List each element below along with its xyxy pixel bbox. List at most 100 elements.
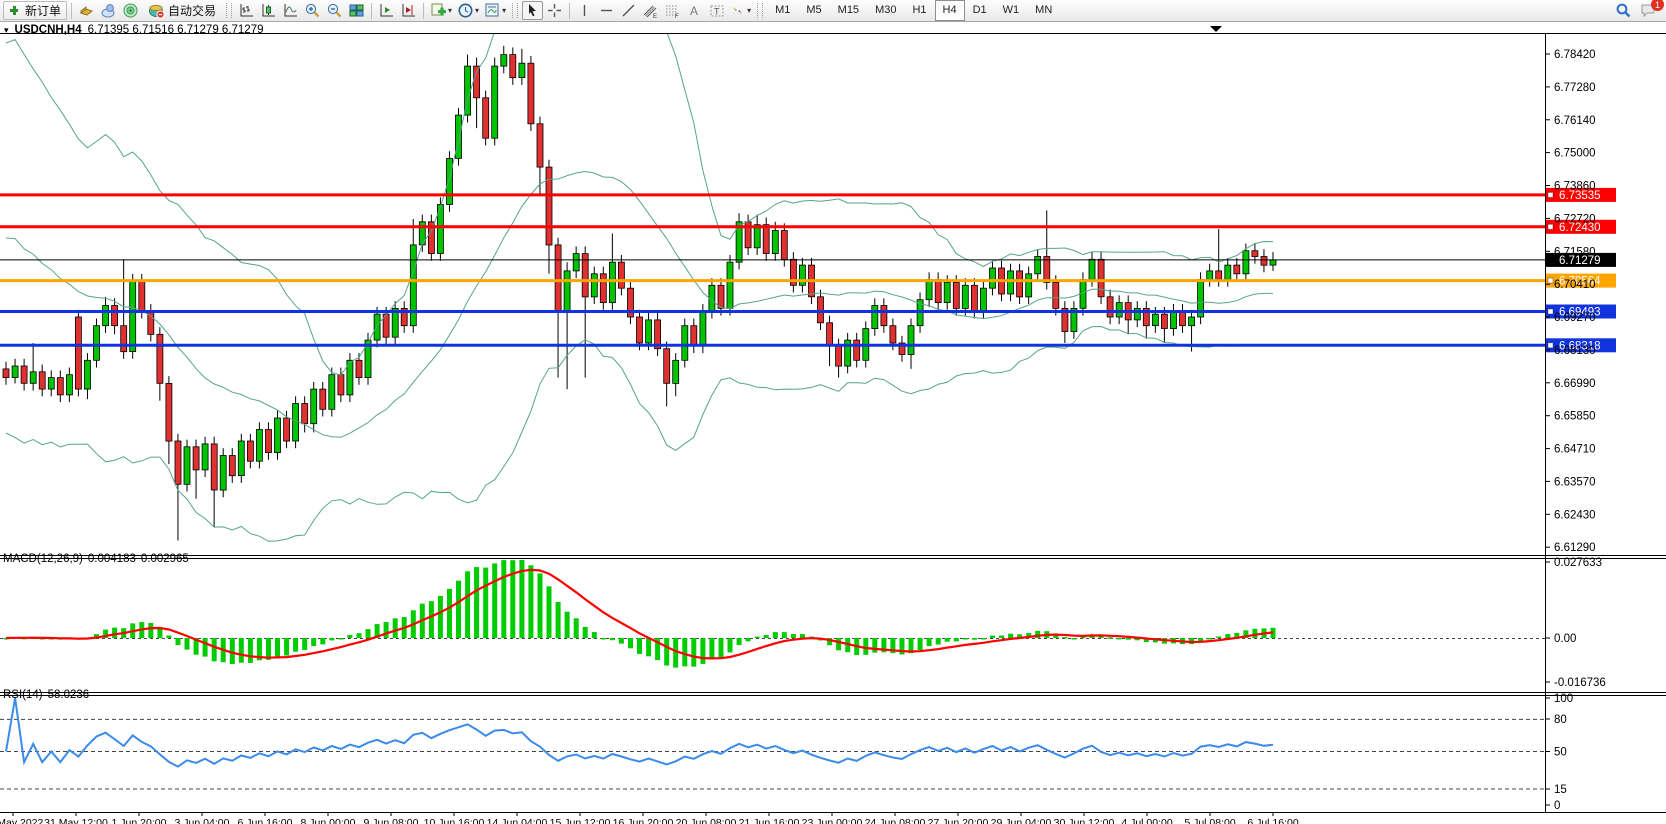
timeframe-m5[interactable]: M5 [798,0,829,21]
chart-shift-icon [400,2,417,19]
candle-bear [763,225,769,254]
time-label: 6 Jul 16:00 [1247,817,1299,824]
candle-bull [202,444,208,470]
macd-histogram-bar [764,635,769,638]
macd-histogram-bar [492,563,497,638]
timeframe-h1[interactable]: H1 [904,0,934,21]
macd-histogram-bar [999,636,1004,639]
candle-bull [311,389,317,424]
autotrade-button[interactable]: 自动交易 [142,1,222,20]
vertical-line-tool[interactable] [574,1,595,20]
macd-histogram-bar [1252,629,1257,638]
macd-histogram-bar [565,612,570,638]
signals-button[interactable] [120,1,141,20]
add-indicator-icon [430,2,447,19]
macd-histogram-bar [872,638,877,653]
price-tag-marker [1548,224,1553,229]
candle-bear [3,369,9,378]
macd-histogram-bar [1216,637,1221,639]
arrows-icon [730,3,746,18]
macd-histogram-bar [347,635,352,638]
chart-title: ▾ USDCNH,H4 6.71395 6.71516 6.71279 6.71… [4,24,264,36]
tile-windows-button[interactable] [346,1,367,20]
macd-histogram-bar [1207,638,1212,640]
macd-histogram-bar [945,638,950,642]
macd-histogram-bar [556,602,561,638]
macd-histogram-bar [1008,634,1013,638]
zoom-in-button[interactable] [302,1,323,20]
crosshair-icon [547,3,562,18]
macd-histogram-bar [366,629,371,638]
candle-bull [256,430,262,462]
new-order-button[interactable]: 新订单 [3,1,67,20]
text-tool[interactable]: A [684,1,705,20]
trendline-tool[interactable] [618,1,639,20]
macd-histogram-bar [601,638,606,640]
timeframe-m15[interactable]: M15 [830,0,867,21]
equidistant-channel-tool[interactable]: E [640,1,661,20]
text-label-tool[interactable]: T [706,1,727,20]
timeframe-mn[interactable]: MN [1027,0,1060,21]
macd-histogram-bar [338,638,343,640]
macd-histogram-bar [320,638,325,644]
macd-histogram-bar [1062,637,1067,639]
line-chart-button[interactable] [280,1,301,20]
timeframe-w1[interactable]: W1 [995,0,1028,21]
bar-chart-button[interactable] [236,1,257,20]
rsi-scale-label: 50 [1554,747,1567,759]
candle-bear [139,281,145,312]
time-label: 21 Jun 16:00 [739,817,800,824]
price-tick-label: 6.65850 [1554,411,1596,423]
scroll-to-end-button[interactable] [376,1,397,20]
crosshair-tool-button[interactable] [544,1,565,20]
indicators-button[interactable]: ▾ [428,1,454,20]
candle-bull [30,372,36,384]
cursor-tool-button[interactable] [522,1,543,20]
timeframe-m1[interactable]: M1 [767,0,798,21]
timeframe-h4[interactable]: H4 [935,0,965,21]
notifications-button[interactable]: 1 [1638,1,1659,20]
macd-histogram-bar [1071,638,1076,640]
price-tag-marker [1548,309,1553,314]
chart-canvas[interactable]: 6.735356.724306.712796.705646.694936.683… [0,22,1666,824]
shift-marker-icon[interactable] [1210,26,1222,32]
candle-bull [1225,265,1231,279]
rsi-indicator-label: RSI(14)58.0236 [3,689,94,701]
macd-histogram-bar [637,638,642,654]
chart-expand-icon[interactable]: ▾ [4,25,9,36]
templates-button[interactable]: ▾ [482,1,508,20]
macd-histogram-bar [646,638,651,656]
price-tick-label: 6.61290 [1554,542,1596,554]
timeframe-d1[interactable]: D1 [965,0,995,21]
candle-bear [854,340,860,360]
candlestick-button[interactable] [258,1,279,20]
periods-button[interactable]: ▾ [455,1,481,20]
toolbar-separator [423,3,424,19]
horizontal-line-tool[interactable] [596,1,617,20]
candle-bear [600,274,606,303]
candle-bull [519,63,525,77]
profiles-button[interactable] [98,1,119,20]
styler-button[interactable] [76,1,97,20]
tile-windows-icon [348,2,365,19]
rsi-name: RSI(14) [3,689,43,701]
candles-layer [3,46,1276,541]
candle-bear [193,447,199,470]
autotrade-label: 自动交易 [168,2,216,19]
search-button[interactable] [1613,1,1634,20]
price-tick-label: 6.78420 [1554,49,1596,61]
fibonacci-tool[interactable]: F [662,1,683,20]
new-order-icon [9,4,22,17]
candle-bull [374,314,380,340]
candle-bear [284,418,290,441]
candle-bull [456,115,462,158]
time-label: 31 May 12:00 [44,817,108,824]
candle-bull [1189,317,1195,326]
arrows-tool[interactable]: ▾ [728,1,753,20]
zoom-out-button[interactable] [324,1,345,20]
candle-bear [39,372,45,389]
timeframe-m30[interactable]: M30 [867,0,904,21]
candle-bear [302,404,308,424]
chart-shift-button[interactable] [398,1,419,20]
chart-window[interactable]: 6.735356.724306.712796.705646.694936.683… [0,22,1666,824]
